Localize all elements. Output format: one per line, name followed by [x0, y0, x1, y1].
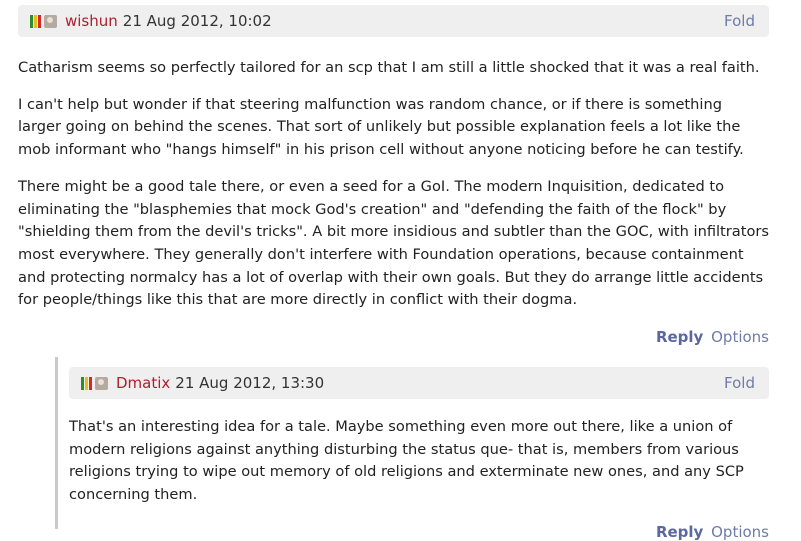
rank-bar: [30, 14, 33, 28]
comment-header: wishun 21 Aug 2012, 10:02 Fold: [18, 5, 769, 37]
rank-bar: [38, 14, 41, 28]
reply-link[interactable]: Reply: [656, 328, 703, 346]
comment-paragraph: There might be a good tale there, or eve…: [18, 177, 769, 309]
rank-bar: [81, 376, 84, 390]
fold-link[interactable]: Fold: [724, 374, 755, 392]
comment-author-link[interactable]: Dmatix: [116, 374, 170, 392]
user-avatar-icon[interactable]: [95, 376, 108, 390]
rank-bar: [85, 376, 88, 390]
comment-actions: Reply Options: [18, 328, 769, 346]
rank-bar: [34, 14, 37, 28]
comment-actions: Reply Options: [69, 523, 769, 541]
comment-body: Catharism seems so perfectly tailored fo…: [18, 57, 769, 312]
comment-author-link[interactable]: wishun: [65, 12, 118, 30]
comment-paragraph: I can't help but wonder if that steering…: [18, 95, 744, 159]
comment-date: 21 Aug 2012, 10:02: [122, 12, 272, 30]
user-avatar-icon[interactable]: [44, 14, 57, 28]
comment: wishun 21 Aug 2012, 10:02 Fold Catharism…: [18, 5, 769, 346]
rank-bar: [89, 376, 92, 390]
reply-thread-line: [55, 357, 58, 529]
options-link[interactable]: Options: [711, 523, 769, 541]
karma-rank-icon: [81, 376, 92, 390]
comment-date: 21 Aug 2012, 13:30: [175, 374, 325, 392]
reply-link[interactable]: Reply: [656, 523, 703, 541]
karma-rank-icon: [30, 14, 41, 28]
comment-reply: Dmatix 21 Aug 2012, 13:30 Fold That's an…: [69, 367, 769, 541]
options-link[interactable]: Options: [711, 328, 769, 346]
comment-header: Dmatix 21 Aug 2012, 13:30 Fold: [69, 367, 769, 399]
comment-paragraph: That's an interesting idea for a tale. M…: [69, 418, 744, 504]
comment-body: That's an interesting idea for a tale. M…: [69, 416, 769, 507]
comment-paragraph: Catharism seems so perfectly tailored fo…: [18, 59, 760, 76]
fold-link[interactable]: Fold: [724, 12, 755, 30]
